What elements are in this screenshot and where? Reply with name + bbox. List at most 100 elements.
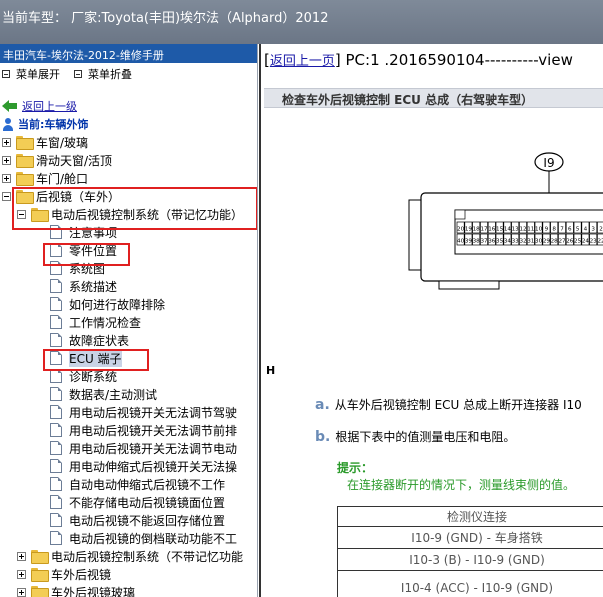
back-up-level[interactable]: 返回上一级 (0, 97, 257, 115)
tree-item[interactable]: 系统描述 (0, 277, 257, 295)
pc-info: ] PC:1 .2016590104----------view (334, 51, 573, 69)
tree-folder[interactable]: 电动后视镜控制系统（不带记忆功能 (0, 547, 257, 565)
back-up-level-link[interactable]: 返回上一级 (22, 98, 77, 114)
tree-item[interactable]: 电动后视镜不能返回存储位置 (0, 511, 257, 529)
tree-item-label: 用电动后视镜开关无法调节驾驶 (69, 405, 238, 420)
document-icon (50, 387, 62, 401)
expand-menu-button[interactable]: 菜单展开 (2, 66, 60, 82)
connector-latch-left (408, 199, 422, 271)
folder-icon (16, 136, 34, 150)
tree-item-label: 诊断系统 (69, 369, 118, 384)
folder-icon (16, 190, 34, 204)
tree-item[interactable]: 诊断系统 (0, 367, 257, 385)
connector-pin-number: 10 (535, 227, 543, 233)
tree-item-label: 系统图 (69, 261, 106, 276)
tree-item[interactable]: 工作情况检查 (0, 313, 257, 331)
section-title: 检查车外后视镜控制 ECU 总成（右驾驶车型） (264, 88, 603, 108)
connector-diagram: I9 2019181716151413121110987654321403938… (408, 152, 603, 290)
collapse-minus-icon[interactable] (2, 191, 11, 201)
connector-pin-number: 37 (480, 239, 488, 245)
collapse-icon (74, 70, 82, 78)
connector-pin-number: 8 (552, 227, 556, 233)
hint-text: 在连接器断开的情况下，测量线束侧的值。 (347, 478, 576, 492)
tree-item[interactable]: 系统图 (0, 259, 257, 277)
tree-folder[interactable]: 滑动天窗/活顶 (0, 151, 257, 169)
tree-folder[interactable]: 车外后视镜 (0, 565, 257, 583)
tree-item[interactable]: 用电动后视镜开关无法调节前排 (0, 421, 257, 439)
tree-folder[interactable]: 车窗/玻璃 (0, 133, 257, 151)
connector-pin-number: 40 (457, 239, 465, 245)
tree-item[interactable]: 用电动伸缩式后视镜开关无法操 (0, 457, 257, 475)
connector-pin-number: 4 (584, 227, 588, 233)
connector-pin-number: 3 (591, 227, 595, 233)
tree-item-label: 如何进行故障排除 (69, 297, 166, 312)
tree-item-label: 电动后视镜不能返回存储位置 (69, 513, 226, 528)
connector-pin-number: 39 (465, 239, 473, 245)
expand-plus-icon[interactable] (17, 587, 26, 597)
step-a-letter: a. (315, 397, 330, 413)
connector-tab (438, 280, 500, 290)
collapse-menu-button[interactable]: 菜单折叠 (74, 66, 132, 82)
tree-item[interactable]: 不能存储电动后视镜镜面位置 (0, 493, 257, 511)
connector-pin-number: 30 (535, 239, 543, 245)
folder-icon (31, 568, 49, 582)
document-icon (50, 477, 62, 491)
table-row: I10-4 (ACC) - I10-9 (GND) (337, 570, 603, 597)
tree-item[interactable]: 故障症状表 (0, 331, 257, 349)
tree-folder[interactable]: 车门/舱口 (0, 169, 257, 187)
tree-item[interactable]: 用电动后视镜开关无法调节电动 (0, 439, 257, 457)
step-b-letter: b. (315, 429, 331, 445)
tree-item[interactable]: 用电动后视镜开关无法调节驾驶 (0, 403, 257, 421)
tree-folder[interactable]: 车外后视镜玻璃 (0, 583, 257, 597)
collapse-minus-icon[interactable] (17, 209, 26, 219)
current-location-label: 当前:车辆外饰 (18, 118, 89, 131)
tree-folder[interactable]: 后视镜（车外） (0, 187, 257, 205)
category-tree: 车窗/玻璃 滑动天窗/活顶 车门/舱口 后视镜（车外） 电动后视镜控制系统（带记忆功能）… (0, 133, 257, 597)
connector-pin-number: 25 (574, 239, 582, 245)
back-page-link[interactable]: 返回上一页 (270, 54, 335, 69)
tree-item[interactable]: 注意事项 (0, 223, 257, 241)
table-header: 检测仪连接 (337, 506, 603, 527)
expand-plus-icon[interactable] (2, 137, 11, 147)
navigation-panel: 丰田汽车-埃尔法-2012-维修手册 菜单展开 菜单折叠 返回上一级 当前:车辆… (0, 44, 258, 597)
table-row: I10-3 (B) - I10-9 (GND) (337, 548, 603, 571)
document-icon (50, 351, 62, 365)
tree-item-label: 电动后视镜控制系统（带记忆功能） (51, 207, 244, 222)
expand-plus-icon[interactable] (2, 173, 11, 183)
document-icon (50, 459, 62, 473)
document-icon (50, 513, 62, 527)
connector-pin-number: 27 (558, 239, 566, 245)
tree-folder[interactable]: 电动后视镜控制系统（带记忆功能） (0, 205, 257, 223)
tree-item[interactable]: 零件位置 (0, 241, 257, 259)
connector-id-label: I9 (543, 156, 554, 170)
connector-pin-number: 12 (519, 227, 526, 233)
current-location: 当前:车辆外饰 (0, 115, 257, 133)
connector-pin-number: 32 (519, 239, 526, 245)
tree-item[interactable]: 电动后视镜的倒档联动功能不工 (0, 529, 257, 547)
expand-plus-icon[interactable] (17, 569, 26, 579)
connector-pin-number: 28 (551, 239, 559, 245)
document-icon (50, 243, 62, 257)
tree-item[interactable]: ECU 端子 (0, 349, 257, 367)
tree-item-label: 用电动伸缩式后视镜开关无法操 (69, 459, 238, 474)
expand-icon (2, 70, 10, 78)
window-title-bar: 当前车型： 厂家:Toyota(丰田)埃尔法（Alphard）2012 (0, 0, 603, 44)
step-b-text: 根据下表中的值测量电压和电阻。 (335, 430, 516, 444)
tree-item-label: 车外后视镜玻璃 (51, 585, 136, 597)
step-b: b. 根据下表中的值测量电压和电阻。 (315, 428, 515, 445)
tree-item-label: 不能存储电动后视镜镜面位置 (69, 495, 226, 510)
connector-pin-number: 19 (465, 227, 473, 233)
table-row: I10-9 (GND) - 车身搭铁 (337, 526, 603, 549)
connector-pin-number: 35 (496, 239, 504, 245)
expand-plus-icon[interactable] (2, 155, 11, 165)
tree-item[interactable]: 自动电动伸缩式后视镜不工作 (0, 475, 257, 493)
document-icon (50, 369, 62, 383)
tree-item[interactable]: 数据表/主动测试 (0, 385, 257, 403)
tree-item[interactable]: 如何进行故障排除 (0, 295, 257, 313)
tree-item-label: 故障症状表 (69, 333, 130, 348)
connector-pin-number: 11 (527, 227, 535, 233)
connector-pin-number: 22 (597, 239, 603, 245)
window-title: 当前车型： 厂家:Toyota(丰田)埃尔法（Alphard）2012 (2, 11, 329, 26)
expand-plus-icon[interactable] (17, 551, 26, 561)
tree-item-label: 零件位置 (69, 243, 118, 258)
